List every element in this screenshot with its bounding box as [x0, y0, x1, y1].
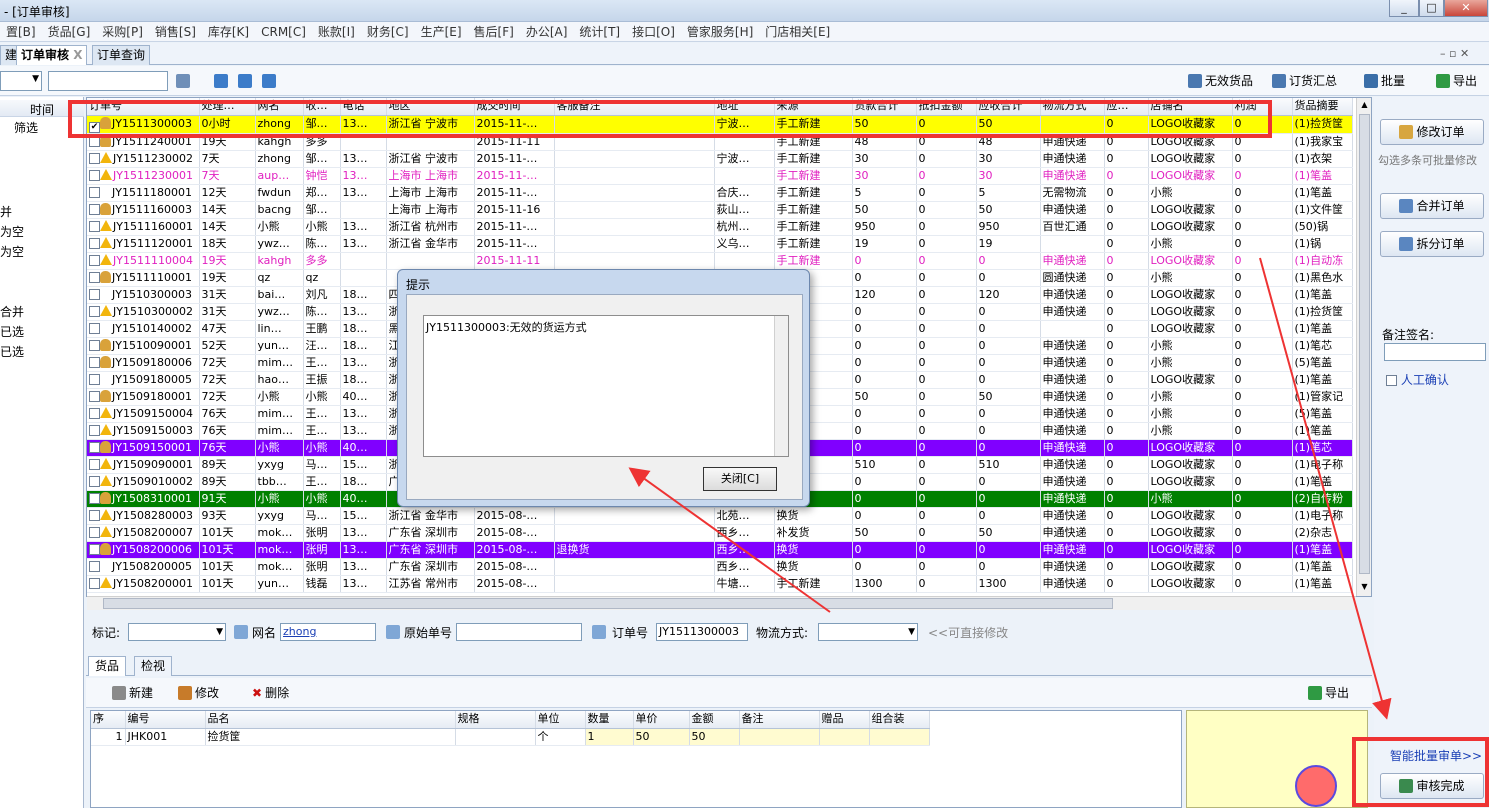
- arrow-to-dialog: [628, 467, 831, 613]
- annotation-arrows: [628, 257, 1392, 720]
- arrow-to-audit: [1259, 257, 1392, 720]
